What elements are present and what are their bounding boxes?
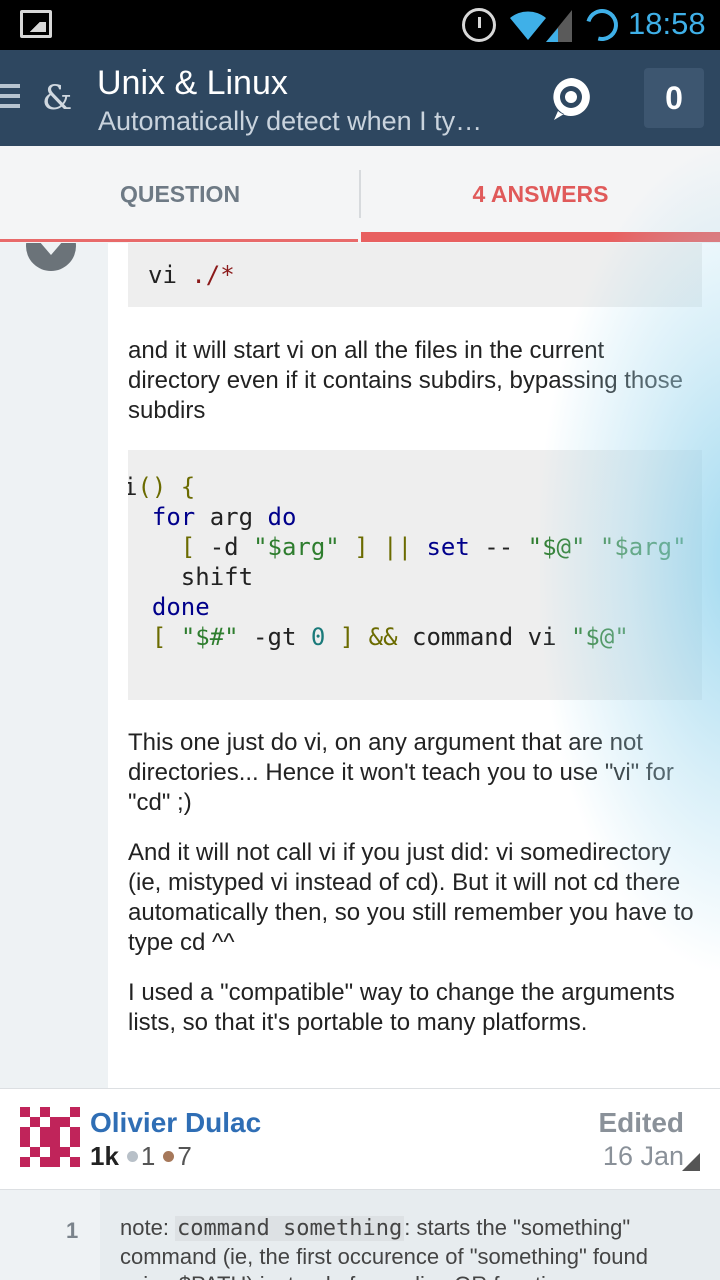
answer-paragraph: And it will not call vi if you just did:… — [128, 839, 694, 956]
code-token: 0 — [310, 623, 326, 651]
code-token: done — [151, 593, 210, 621]
code-token: command vi — [412, 623, 571, 651]
question-title[interactable]: Automatically detect when I ty… — [98, 106, 482, 137]
clock: 18:58 — [628, 6, 706, 41]
code-token: ] && — [325, 623, 413, 651]
silver-badge-count: 1 — [140, 1141, 156, 1171]
comments-section: 1 note: command something: starts the "s… — [0, 1190, 720, 1280]
expand-corner-icon[interactable] — [682, 1153, 700, 1171]
edited-date[interactable]: 16 Jan — [603, 1141, 684, 1172]
edited-label[interactable]: Edited — [598, 1107, 684, 1139]
comment-score: 1 — [66, 1218, 79, 1243]
code-token: arg — [195, 503, 268, 531]
code-token: for — [151, 503, 196, 531]
code-token: "$@" — [570, 623, 629, 651]
vote-gutter — [0, 243, 108, 1088]
bronze-badge-count: 7 — [177, 1141, 192, 1171]
code-token: "$arg" — [253, 533, 340, 561]
code-token: "$@" — [527, 533, 586, 561]
author-bar: Olivier Dulac 1k 1 7 Edited 16 Jan — [0, 1088, 720, 1190]
avatar[interactable] — [20, 1107, 80, 1167]
code-token: -d — [209, 533, 254, 561]
site-title[interactable]: Unix & Linux — [97, 64, 288, 103]
code-token: [ — [180, 533, 210, 561]
active-tab-indicator — [361, 232, 720, 242]
author-name[interactable]: Olivier Dulac — [90, 1107, 261, 1139]
silver-badge-icon — [126, 1151, 138, 1163]
tab-answers[interactable]: 4 ANSWERS — [361, 146, 720, 243]
reputation: 1k — [90, 1141, 119, 1171]
answer-paragraph: This one just do vi, on any argument tha… — [128, 729, 674, 816]
bronze-badge-icon — [163, 1151, 175, 1163]
chat-icon[interactable] — [548, 74, 594, 124]
code-token: "$arg" — [599, 533, 687, 561]
app-bar: & Unix & Linux Automatically detect when… — [0, 50, 720, 146]
tab-bar: QUESTION 4 ANSWERS — [0, 146, 720, 243]
image-icon — [20, 10, 52, 38]
code-token: -- — [469, 533, 528, 561]
comment-text: note: command something: starts the "som… — [120, 1214, 700, 1280]
status-bar: 18:58 — [0, 0, 720, 50]
code-block: vi ./* — [128, 243, 702, 307]
site-logo-icon[interactable]: & — [42, 78, 72, 118]
signal-icon — [546, 10, 572, 42]
reputation-line: 1k 1 7 — [90, 1141, 192, 1172]
code-command: vi — [148, 261, 177, 289]
code-path: ./* — [191, 261, 235, 289]
tab-question[interactable]: QUESTION — [0, 146, 360, 243]
wifi-icon — [510, 11, 546, 40]
code-token: () { — [137, 473, 196, 501]
code-block-function: i() { for arg do [ -d "$arg" ] || set --… — [128, 450, 702, 700]
battery-icon — [580, 3, 624, 47]
answer-body: vi ./* and it will start vi on all the f… — [0, 243, 720, 1088]
code-token: ] || — [339, 533, 427, 561]
code-token: set — [426, 533, 470, 561]
code-token: -gt — [238, 623, 311, 651]
code-token: [ — [151, 623, 181, 651]
comment-code: command something — [175, 1216, 405, 1241]
code-token: "$#" — [180, 623, 239, 651]
inbox-count-badge[interactable]: 0 — [644, 68, 704, 128]
code-token: shift — [128, 563, 254, 591]
menu-icon[interactable] — [0, 84, 20, 114]
comment-prefix: note: — [120, 1215, 176, 1240]
code-text: i() { for arg do [ -d "$arg" ] || set --… — [128, 472, 687, 652]
answer-paragraph: and it will start vi on all the files in… — [128, 337, 683, 424]
tab-underline — [0, 239, 358, 242]
alarm-icon — [462, 8, 496, 42]
code-token: do — [267, 503, 297, 531]
answer-paragraph: I used a "compatible" way to change the … — [128, 979, 675, 1036]
